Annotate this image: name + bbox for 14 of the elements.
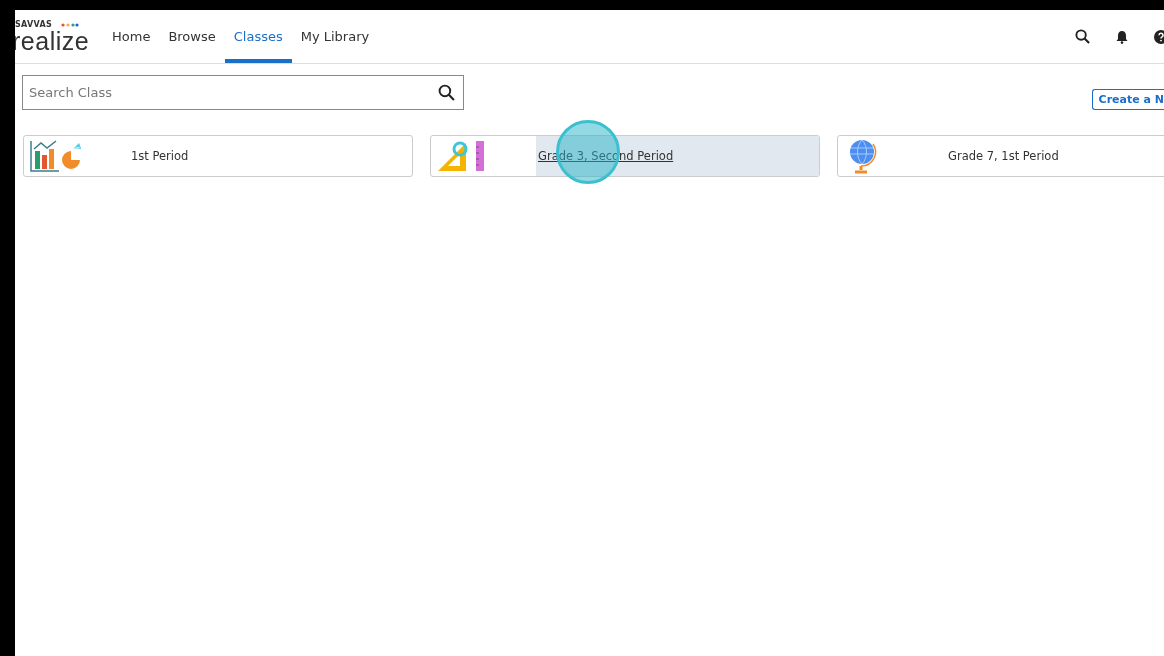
bell-icon[interactable] xyxy=(1116,29,1128,44)
search-field[interactable]: Search Class xyxy=(22,75,464,110)
search-icon[interactable] xyxy=(438,84,455,101)
search-icon[interactable] xyxy=(1075,29,1090,44)
nav-tab[interactable]: My Library xyxy=(291,10,379,63)
nav-tab[interactable]: Browse xyxy=(159,10,225,63)
class-name-link[interactable]: 1st Period xyxy=(131,149,189,163)
class-card[interactable]: 1st Period xyxy=(23,135,413,177)
class-name-link[interactable]: Grade 7, 1st Period xyxy=(948,149,1059,163)
nav-tab[interactable]: Home xyxy=(103,10,160,63)
help-icon[interactable] xyxy=(1154,29,1164,44)
create-class-button[interactable]: Create a N xyxy=(1091,89,1164,110)
nav-tab[interactable]: Classes xyxy=(224,10,292,63)
class-card[interactable]: Grade 7, 1st Period xyxy=(837,135,1164,177)
